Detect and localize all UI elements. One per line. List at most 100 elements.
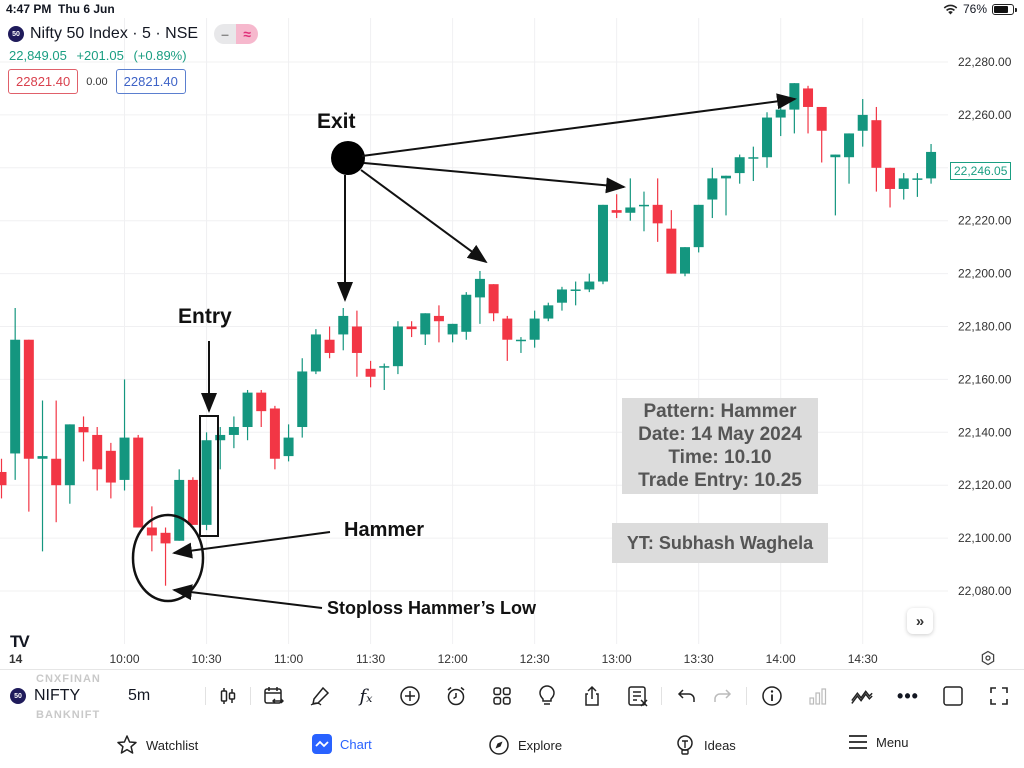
candle-body <box>392 326 403 367</box>
candle <box>912 173 923 197</box>
draw-pen-icon[interactable] <box>308 684 332 708</box>
star-icon <box>117 735 137 754</box>
chart-area[interactable]: 22,280.0022,260.0022,240.0022,220.0022,2… <box>0 18 1024 651</box>
stoploss-arrow <box>172 584 323 609</box>
nav-explore[interactable]: Explore <box>488 734 562 756</box>
candle <box>187 477 198 525</box>
candle <box>652 178 663 242</box>
candle-body <box>556 289 567 303</box>
candles <box>0 83 937 586</box>
time-tick-label: 11:00 <box>273 652 304 666</box>
candle-body <box>789 83 800 110</box>
minus-icon[interactable]: – <box>214 24 237 44</box>
price-tick-label: 22,080.00 <box>958 584 1012 598</box>
buy-button[interactable]: 22821.40 <box>115 69 186 94</box>
price-change-pct: (+0.89%) <box>133 48 187 63</box>
exit-dot <box>331 141 365 175</box>
candle-type-icon[interactable] <box>216 684 240 708</box>
compare-lines-icon[interactable] <box>850 684 874 708</box>
exit-label: Exit <box>317 110 356 133</box>
candle <box>10 307 21 480</box>
candle <box>37 400 48 552</box>
legend-toggle[interactable]: – ≈ <box>214 24 259 44</box>
time-tick-label: 14:30 <box>847 652 878 666</box>
status-right: 76% <box>943 2 1017 16</box>
candle-body <box>37 456 48 459</box>
info-icon[interactable] <box>760 684 784 708</box>
candle-body <box>734 157 745 174</box>
share-icon[interactable] <box>580 684 604 708</box>
candle-body <box>160 532 171 544</box>
volume-bars-icon[interactable] <box>806 684 830 708</box>
more-options-icon[interactable]: ••• <box>896 684 920 708</box>
candle-body <box>597 204 608 282</box>
candle-body <box>570 289 581 291</box>
candle <box>92 427 103 491</box>
nav-chart-label: Chart <box>340 736 372 752</box>
compass-icon <box>489 735 509 755</box>
candle <box>23 339 34 512</box>
candle-body <box>515 339 526 342</box>
candle <box>119 379 130 491</box>
exit-arrow-3 <box>360 169 488 264</box>
add-circle-icon[interactable] <box>398 684 422 708</box>
candle <box>529 310 540 348</box>
alarm-clock-icon[interactable] <box>444 684 468 708</box>
candle-body <box>625 207 636 213</box>
menu-icon <box>849 735 867 749</box>
nav-ideas[interactable]: Ideas <box>674 734 736 756</box>
candle-body <box>78 427 89 433</box>
candle-body <box>543 305 554 319</box>
candle <box>447 323 458 343</box>
price-tick-label: 22,200.00 <box>958 267 1012 281</box>
single-layout-icon[interactable] <box>941 684 965 708</box>
undo-icon[interactable] <box>675 684 699 708</box>
indicators-fx-icon[interactable]: fₓ <box>354 684 378 708</box>
candle-body <box>23 339 34 459</box>
symbol-name: NIFTY <box>34 687 81 704</box>
candlestick-chart[interactable]: 22,280.0022,260.0022,240.0022,220.0022,2… <box>0 18 1024 644</box>
candle <box>488 284 499 322</box>
double-chevron-right-icon: » <box>915 612 925 630</box>
scroll-to-realtime-button[interactable]: » <box>907 608 933 634</box>
price-tick-label: 22,180.00 <box>958 320 1012 334</box>
symbol-title[interactable]: Nifty 50 Index · 5 · NSE <box>30 25 198 43</box>
candle-body <box>174 479 185 541</box>
candle <box>926 143 937 184</box>
wifi-icon <box>943 4 958 14</box>
candle <box>310 329 321 375</box>
wave-icon[interactable]: ≈ <box>236 24 259 44</box>
nav-menu[interactable]: Menu <box>848 734 909 750</box>
candle <box>338 307 349 351</box>
candle-body <box>228 427 239 435</box>
candle-body <box>680 247 690 274</box>
tradingview-logo[interactable]: TV <box>10 632 30 652</box>
price-axis[interactable]: 22,280.0022,260.0022,240.0022,220.0022,2… <box>958 55 1012 598</box>
hammer-circle <box>131 513 205 603</box>
status-bar: 4:47 PM Thu 6 Jun 76% <box>0 0 1024 18</box>
fullscreen-icon[interactable] <box>987 684 1011 708</box>
candle <box>707 167 718 219</box>
sell-button[interactable]: 22821.40 <box>8 69 79 94</box>
candle <box>748 146 759 182</box>
clear-drawings-icon[interactable] <box>626 684 650 708</box>
candle-body <box>242 392 253 428</box>
redo-icon[interactable] <box>710 684 734 708</box>
time-axis[interactable]: 14 10:00 10:30 11:00 11:30 12:00 12:30 13:00 13… <box>0 648 1024 670</box>
bid-ask-row: 22821.40 0.00 22821.40 <box>8 69 258 94</box>
candle <box>146 506 157 552</box>
date-range-icon[interactable] <box>262 684 286 708</box>
lightbulb-icon[interactable] <box>535 684 559 708</box>
time-tick-label: 13:00 <box>601 652 632 666</box>
exit-arrow-2 <box>363 162 626 194</box>
nav-chart[interactable]: Chart <box>312 734 372 754</box>
interval-selector[interactable]: 5m <box>128 687 150 705</box>
time-tick-label: 13:30 <box>683 652 714 666</box>
candle-body <box>433 315 444 322</box>
layout-grid-icon[interactable] <box>490 684 514 708</box>
nav-watchlist[interactable]: Watchlist <box>116 734 198 756</box>
symbol-selector[interactable]: 50 NIFTY <box>10 687 80 705</box>
candle <box>0 458 7 499</box>
settings-icon[interactable] <box>980 650 996 666</box>
candle-body <box>638 204 649 207</box>
